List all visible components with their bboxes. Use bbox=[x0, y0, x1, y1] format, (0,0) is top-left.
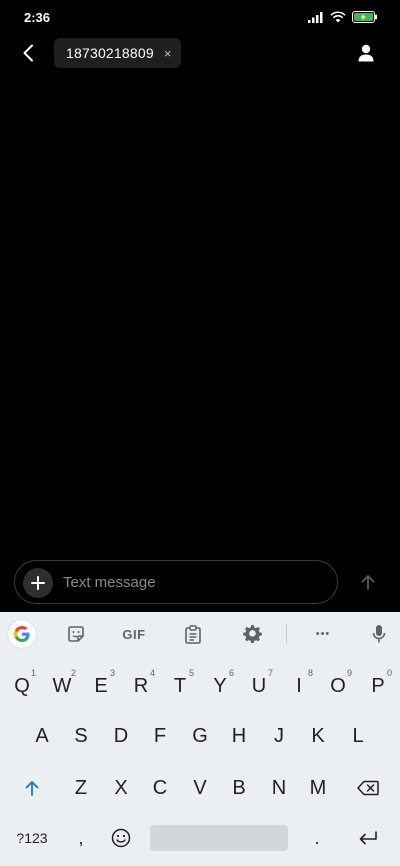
key-i[interactable]: I8 bbox=[279, 666, 319, 706]
sticker-icon bbox=[68, 626, 84, 642]
gif-label: GIF bbox=[122, 626, 146, 642]
battery-charging-icon bbox=[352, 10, 378, 28]
backspace-icon bbox=[357, 780, 379, 796]
shift-key[interactable] bbox=[8, 768, 56, 808]
key-e[interactable]: E3 bbox=[81, 666, 121, 706]
enter-icon bbox=[359, 831, 377, 845]
send-button[interactable] bbox=[354, 568, 382, 596]
more-icon: ••• bbox=[315, 628, 331, 640]
plus-icon bbox=[31, 576, 45, 590]
recipient-chip[interactable]: 18730218809 × bbox=[54, 38, 182, 68]
conversation-header: 18730218809 × bbox=[0, 36, 400, 70]
signal-icon bbox=[308, 10, 324, 28]
space-bar[interactable] bbox=[150, 825, 288, 851]
key-p[interactable]: P0 bbox=[358, 666, 398, 706]
key-k[interactable]: K bbox=[298, 716, 338, 756]
shift-icon bbox=[25, 781, 39, 796]
back-button[interactable] bbox=[14, 38, 42, 68]
compose-bar bbox=[14, 560, 338, 604]
key-m[interactable]: M bbox=[298, 768, 338, 808]
contact-icon bbox=[358, 44, 374, 62]
google-g-icon[interactable] bbox=[8, 620, 36, 648]
emoji-key[interactable] bbox=[102, 818, 140, 858]
key-t[interactable]: T5 bbox=[160, 666, 200, 706]
message-input[interactable] bbox=[63, 561, 323, 603]
keyboard-toolbar: GIF ••• bbox=[0, 612, 400, 656]
keyboard: GIF ••• Q1 W2 E3 R 4 T 5 Y 6 U 7 I 8 O 9… bbox=[0, 612, 400, 866]
key-b[interactable]: B bbox=[219, 768, 259, 808]
clipboard-icon bbox=[185, 624, 201, 644]
period-key[interactable]: . bbox=[298, 818, 336, 858]
key-u[interactable]: U7 bbox=[239, 666, 279, 706]
back-arrow-icon bbox=[23, 44, 33, 62]
wifi-icon bbox=[330, 10, 346, 28]
remove-recipient-button[interactable]: × bbox=[164, 47, 172, 60]
key-r[interactable]: R4 bbox=[121, 666, 161, 706]
gear-icon bbox=[242, 624, 262, 643]
gif-button[interactable]: GIF bbox=[118, 620, 150, 648]
key-h[interactable]: H bbox=[219, 716, 259, 756]
key-w[interactable]: W2 bbox=[42, 666, 82, 706]
key-row-2: A S D F G H J K L bbox=[0, 716, 400, 756]
status-bar: 2:36 bbox=[0, 0, 400, 36]
key-a[interactable]: A bbox=[22, 716, 62, 756]
key-f[interactable]: F bbox=[140, 716, 180, 756]
clipboard-button[interactable] bbox=[181, 620, 205, 648]
key-j[interactable]: J bbox=[259, 716, 299, 756]
key-z[interactable]: Z bbox=[61, 768, 101, 808]
key-q[interactable]: Q1 bbox=[2, 666, 42, 706]
voice-input-button[interactable] bbox=[368, 620, 390, 648]
symbols-key[interactable]: ?123 bbox=[6, 818, 58, 858]
backspace-key[interactable] bbox=[344, 768, 392, 808]
key-v[interactable]: V bbox=[180, 768, 220, 808]
mic-icon bbox=[372, 625, 386, 643]
key-y[interactable]: Y6 bbox=[200, 666, 240, 706]
key-o[interactable]: O9 bbox=[318, 666, 358, 706]
send-arrow-icon bbox=[361, 575, 375, 590]
sticker-button[interactable] bbox=[64, 620, 88, 648]
settings-button[interactable] bbox=[240, 620, 264, 648]
add-attachment-button[interactable] bbox=[23, 568, 53, 598]
key-s[interactable]: S bbox=[61, 716, 101, 756]
key-c[interactable]: C bbox=[140, 768, 180, 808]
status-icons bbox=[308, 10, 378, 28]
key-g[interactable]: G bbox=[180, 716, 220, 756]
emoji-icon bbox=[111, 828, 131, 848]
key-x[interactable]: X bbox=[101, 768, 141, 808]
key-d[interactable]: D bbox=[101, 716, 141, 756]
toolbar-divider bbox=[286, 624, 287, 644]
key-row-4: ?123 , . bbox=[0, 818, 400, 858]
key-row-3: Z X C V B N M bbox=[0, 768, 400, 808]
comma-key[interactable]: , bbox=[62, 818, 100, 858]
status-time: 2:36 bbox=[24, 10, 51, 25]
recipient-number: 18730218809 bbox=[66, 45, 154, 61]
contact-button[interactable] bbox=[354, 40, 378, 66]
more-button[interactable]: ••• bbox=[310, 620, 336, 648]
key-l[interactable]: L bbox=[338, 716, 378, 756]
key-n[interactable]: N bbox=[259, 768, 299, 808]
key-row-1: Q1 W2 E3 R4 T5 Y6 U7 I8 O9 P0 bbox=[0, 666, 400, 706]
enter-key[interactable] bbox=[344, 818, 392, 858]
